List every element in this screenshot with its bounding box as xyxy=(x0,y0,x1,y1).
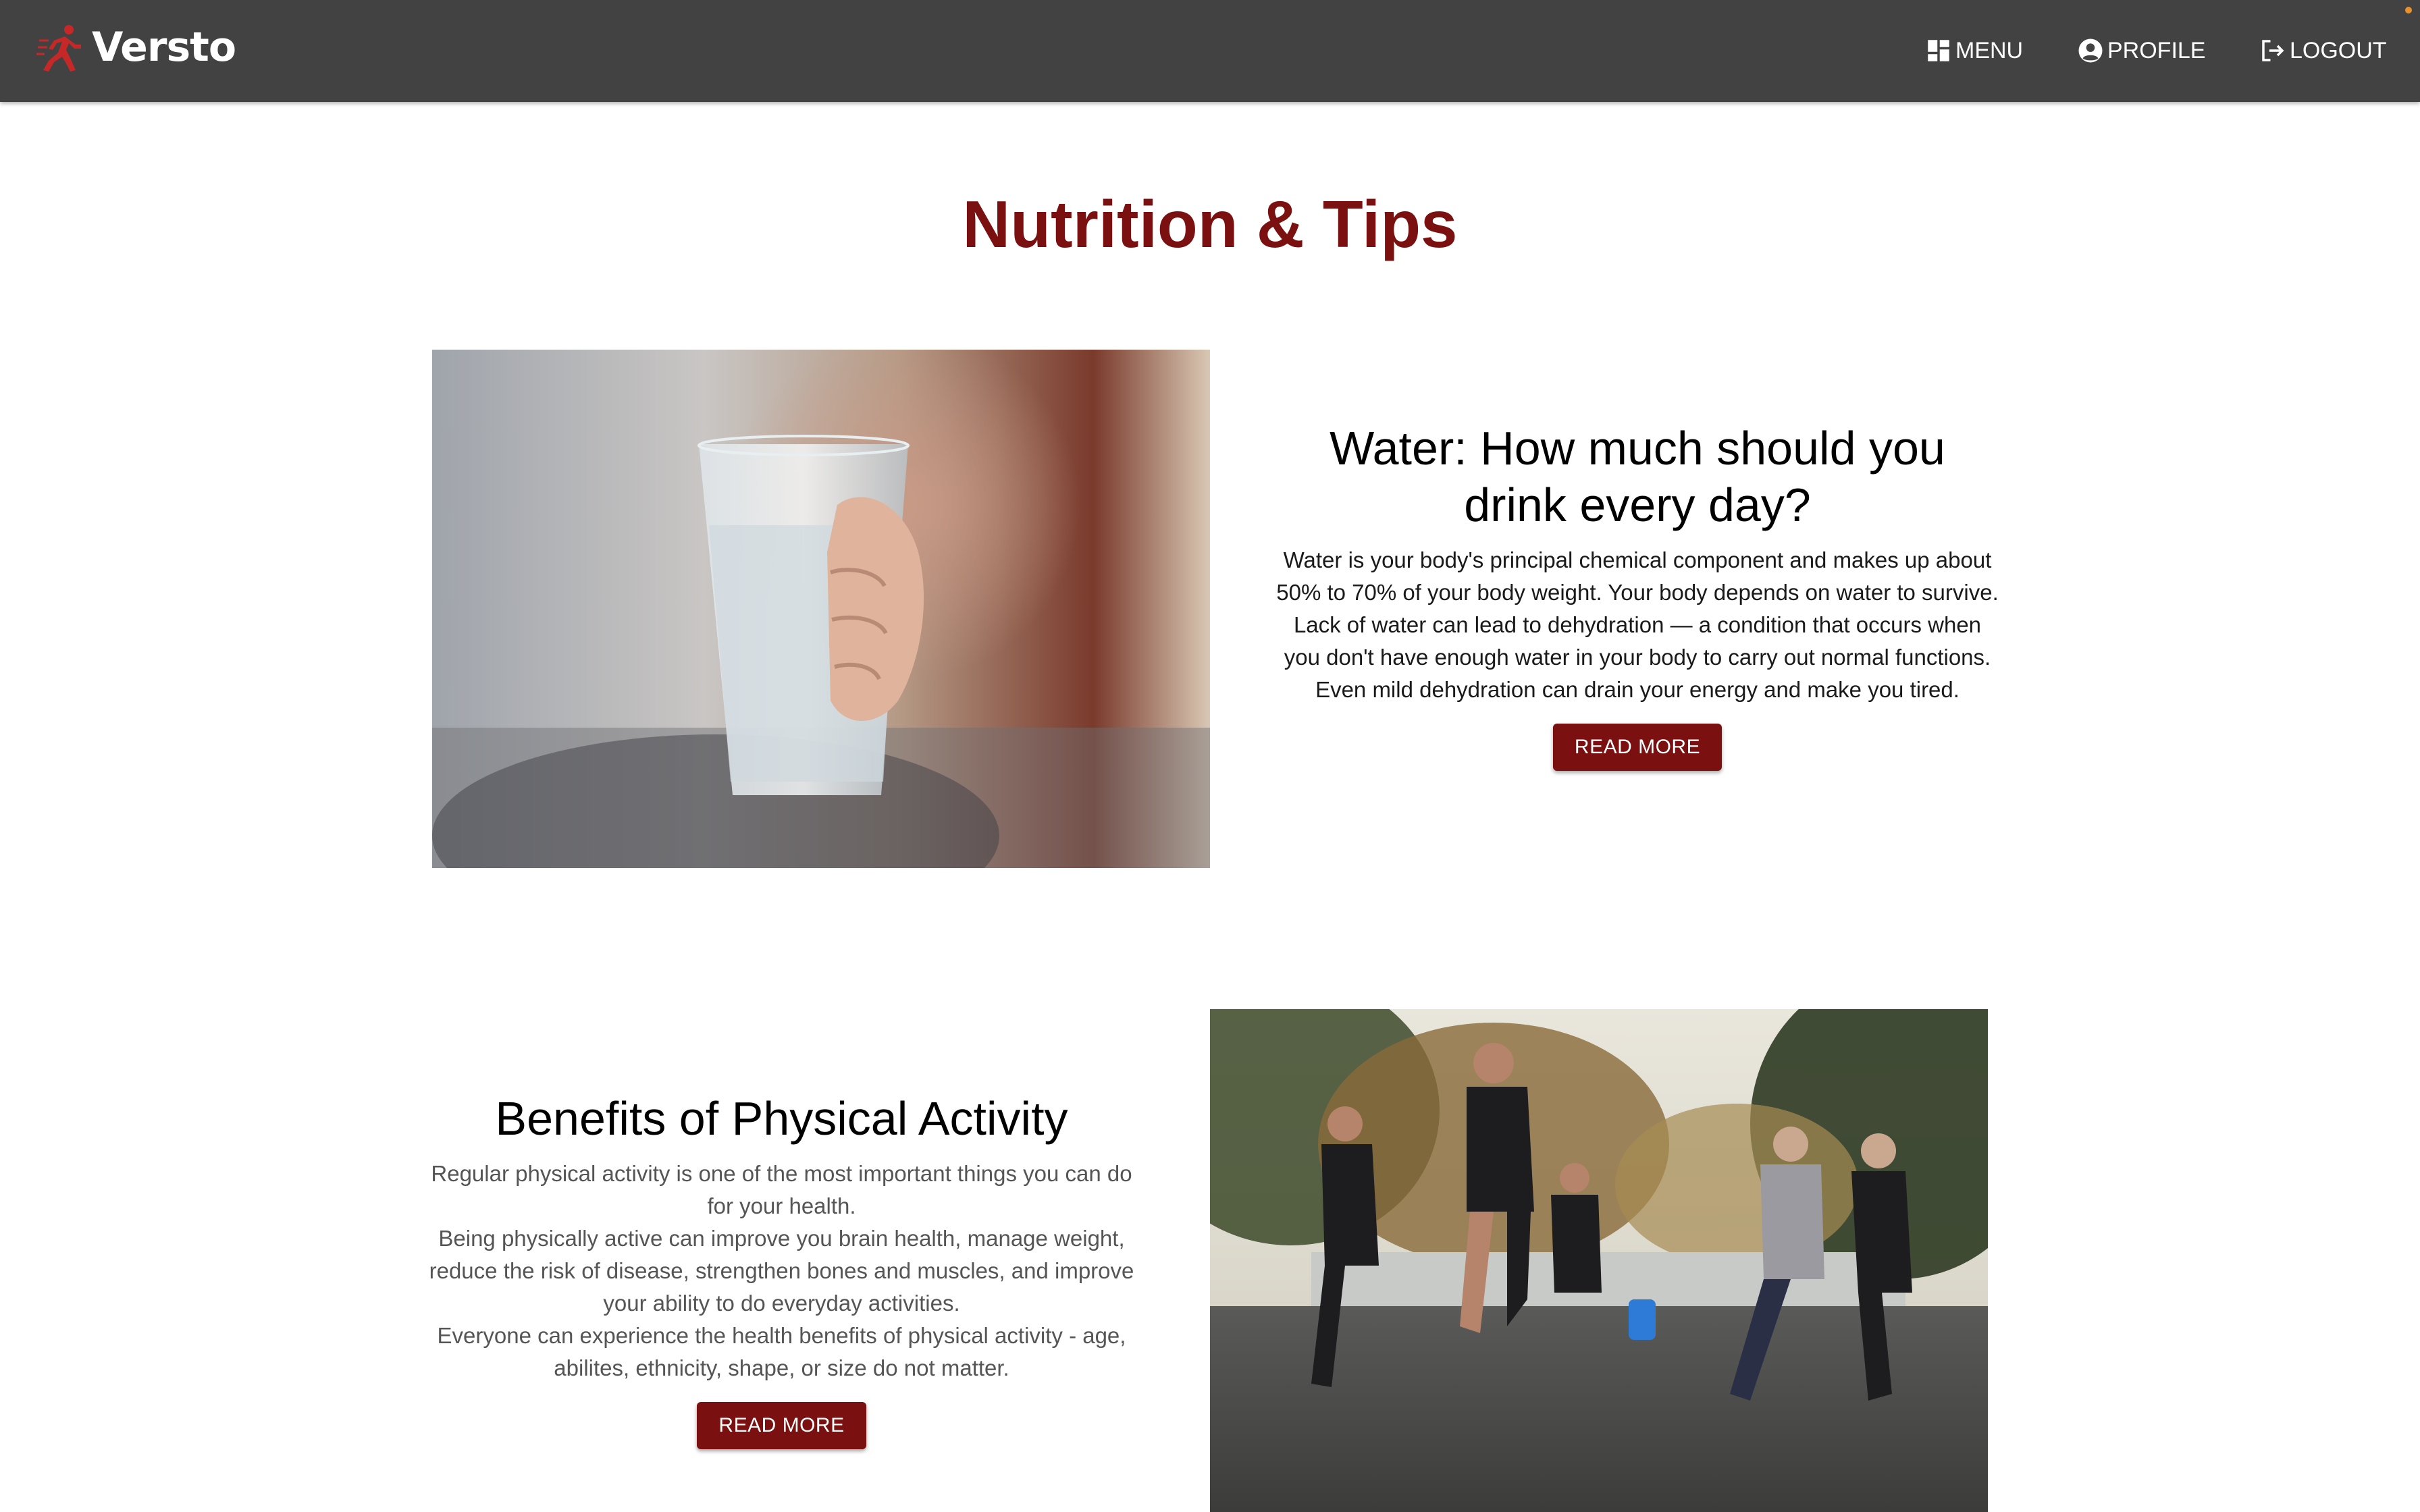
account-circle-icon xyxy=(2078,38,2103,63)
group-exercise-photo xyxy=(1210,1009,1988,1512)
top-navbar: Versto MENU PROFILE LOGOUT xyxy=(0,0,2420,102)
page-title: Nutrition & Tips xyxy=(962,187,1458,261)
brand-name: Versto xyxy=(92,24,236,71)
nav-profile-label: PROFILE xyxy=(2107,37,2206,63)
nav-profile-button[interactable]: PROFILE xyxy=(2076,30,2205,71)
logout-icon xyxy=(2262,40,2284,61)
nav-menu-label: MENU xyxy=(1955,37,2024,63)
nav-logout-label: LOGOUT xyxy=(2290,37,2387,63)
article-title: Benefits of Physical Activity xyxy=(495,1092,1068,1145)
nav-menu-button[interactable]: MENU xyxy=(1924,30,2023,71)
read-more-button[interactable]: READ MORE xyxy=(697,1402,866,1449)
article-paragraph: Water is your body's principal chemical … xyxy=(1276,547,1999,702)
status-dot xyxy=(2405,7,2412,14)
article-water: Water: How much should you drink every d… xyxy=(1276,420,1999,771)
article-paragraph: Regular physical activity is one of the … xyxy=(429,1161,1134,1380)
runner-icon xyxy=(36,25,81,72)
article-title: Water: How much should you drink every d… xyxy=(1330,422,1945,531)
nav-logout-button[interactable]: LOGOUT xyxy=(2259,30,2387,71)
article-physical-activity: Benefits of Physical Activity Regular ph… xyxy=(425,1090,1138,1449)
read-more-button[interactable]: READ MORE xyxy=(1552,724,1722,771)
brand-logo[interactable]: Versto xyxy=(34,20,236,74)
dashboard-icon xyxy=(1928,40,1949,61)
water-glass-photo xyxy=(432,350,1210,868)
